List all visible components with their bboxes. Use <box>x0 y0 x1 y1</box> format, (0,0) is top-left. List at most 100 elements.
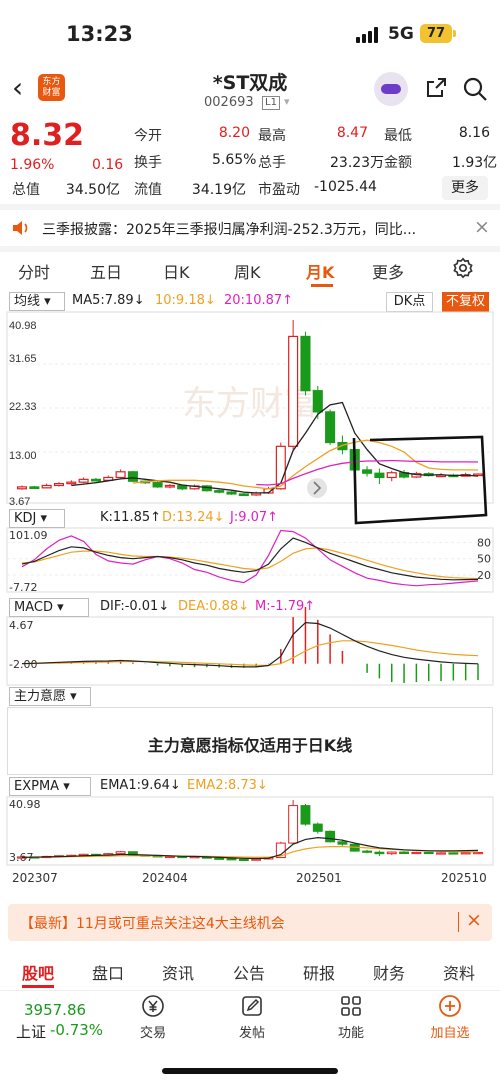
ma5-value: MA5:7.89↓ <box>72 293 145 308</box>
zlyy-selector-label: 主力意愿 <box>14 689 67 704</box>
nav-label-3[interactable]: 加自选 <box>420 1022 480 1041</box>
info-tab-0[interactable]: 股吧 <box>22 960 54 984</box>
yen-icon[interactable] <box>141 994 165 1018</box>
macd-selector[interactable]: MACD ▾ <box>9 598 89 617</box>
dk-point-button[interactable]: DK点 <box>386 292 433 312</box>
info-tab-5[interactable]: 财务 <box>373 960 405 984</box>
notice-text[interactable]: 三季报披露：2025年三季报归属净利润-252.3万元，同比... <box>42 219 462 239</box>
y-axis-label: 31.65 <box>9 353 37 365</box>
more-button[interactable]: 更多 <box>442 176 488 200</box>
index-value[interactable]: 3957.86 <box>24 1001 86 1019</box>
expma-candle-up <box>436 852 446 855</box>
index-name[interactable]: 上证 <box>16 1021 46 1042</box>
info-tab-2[interactable]: 资讯 <box>162 960 194 984</box>
macd-selector-label: MACD <box>14 600 53 615</box>
expma-candle-up <box>164 855 175 859</box>
kdj-d-line <box>21 547 479 580</box>
chevron-down-icon[interactable]: ▾ <box>284 95 290 108</box>
expma-candle-down <box>448 852 459 855</box>
ma20-value: 20:10.87↑ <box>224 293 294 308</box>
candle-down <box>362 469 373 474</box>
nav-label-2[interactable]: 功能 <box>321 1022 381 1041</box>
candle-down <box>90 478 101 482</box>
candle-up <box>16 486 28 490</box>
kdj-selector[interactable]: KDJ ▾ <box>9 509 65 528</box>
candle-up <box>41 484 52 489</box>
close-icon[interactable]: × <box>474 216 490 238</box>
nav-label-0[interactable]: 交易 <box>123 1022 183 1041</box>
y-axis-label: 13.00 <box>9 450 37 462</box>
quote-label: 换手 <box>134 155 162 171</box>
share-icon[interactable] <box>424 76 448 100</box>
expma-candle-down <box>325 830 336 843</box>
expma-candle-up <box>386 851 397 855</box>
x-axis-label: 202404 <box>142 871 188 885</box>
expma-candle-down <box>362 850 373 853</box>
expma-candle-down <box>374 851 385 855</box>
index-change[interactable]: -0.73% <box>50 1021 103 1039</box>
macd-dif: DIF:-0.01↓ <box>100 599 170 614</box>
x-axis-label: 202501 <box>296 871 342 885</box>
info-tab-6[interactable]: 资料 <box>443 960 475 984</box>
quote-value: 8.16 <box>458 125 490 141</box>
candle-down <box>152 482 163 488</box>
tab-1[interactable]: 五日 <box>90 259 122 283</box>
kdj-y-top: 101.09 <box>9 529 48 542</box>
expma-ema1: EMA1:9.64↓ <box>100 778 181 793</box>
zlyy-selector[interactable]: 主力意愿 ▾ <box>9 687 91 706</box>
candle-up <box>386 472 397 479</box>
quote-value: -1025.44 <box>314 179 377 195</box>
quote-label: 总手 <box>258 155 286 171</box>
quote-value: 5.65% <box>212 152 257 168</box>
scroll-right-button <box>307 478 327 498</box>
expma-candle-down <box>300 805 311 825</box>
gear-icon[interactable] <box>452 257 474 279</box>
ma-selector[interactable]: 均线 ▾ <box>9 292 65 311</box>
ad-text[interactable]: 【最新】11月或可重点关注这4大主线机会 <box>20 913 285 933</box>
adjust-button[interactable]: 不复权 <box>442 292 489 312</box>
candle-down <box>127 471 138 482</box>
kdj-level-label: 80 <box>477 536 491 549</box>
expma-candle-down <box>337 841 348 845</box>
kdj-j: J:9.07↑ <box>230 510 279 525</box>
tab-4[interactable]: 月K <box>306 259 334 283</box>
quote-value: 8.47 <box>336 125 368 141</box>
candle-down <box>312 390 323 413</box>
tab-3[interactable]: 周K <box>234 259 261 283</box>
info-tab-3[interactable]: 公告 <box>233 960 265 984</box>
y-axis-label: 22.33 <box>9 401 37 413</box>
divider <box>0 246 500 252</box>
active-tab-indicator <box>311 284 333 287</box>
divider <box>0 990 500 991</box>
nav-label-1[interactable]: 发帖 <box>222 1022 282 1041</box>
network-type: 5G <box>388 24 414 44</box>
tab-5[interactable]: 更多 <box>372 259 404 283</box>
avatar[interactable] <box>374 72 408 106</box>
edit-icon[interactable] <box>240 994 264 1018</box>
kdj-j-line <box>21 529 479 587</box>
info-tab-1[interactable]: 盘口 <box>92 960 124 984</box>
speaker-icon <box>13 221 28 235</box>
y-axis-label: 40.98 <box>9 320 37 332</box>
expma-selector[interactable]: EXPMA ▾ <box>9 777 91 796</box>
info-tab-4[interactable]: 研报 <box>303 960 335 984</box>
tab-2[interactable]: 日K <box>163 259 190 283</box>
close-icon[interactable]: × <box>466 909 482 931</box>
candle-down <box>374 472 385 479</box>
kdj-level-label: 50 <box>477 553 491 566</box>
candle-down <box>214 490 225 493</box>
quote-label: 金额 <box>384 155 412 171</box>
annotation-box <box>352 435 488 525</box>
candle-down <box>238 493 249 497</box>
expma-candle-down <box>312 823 323 832</box>
candle-down <box>29 486 40 489</box>
grid-icon[interactable] <box>339 994 363 1018</box>
kdj-selector-label: KDJ <box>14 511 37 526</box>
expma-selector-label: EXPMA <box>14 779 60 794</box>
plus-icon[interactable] <box>438 994 462 1018</box>
quote-label: 流值 <box>134 182 162 198</box>
kdj-panel <box>6 527 494 593</box>
quote-label: 市盈动 <box>258 182 300 198</box>
search-icon[interactable] <box>462 76 488 102</box>
tab-0[interactable]: 分时 <box>18 259 50 283</box>
